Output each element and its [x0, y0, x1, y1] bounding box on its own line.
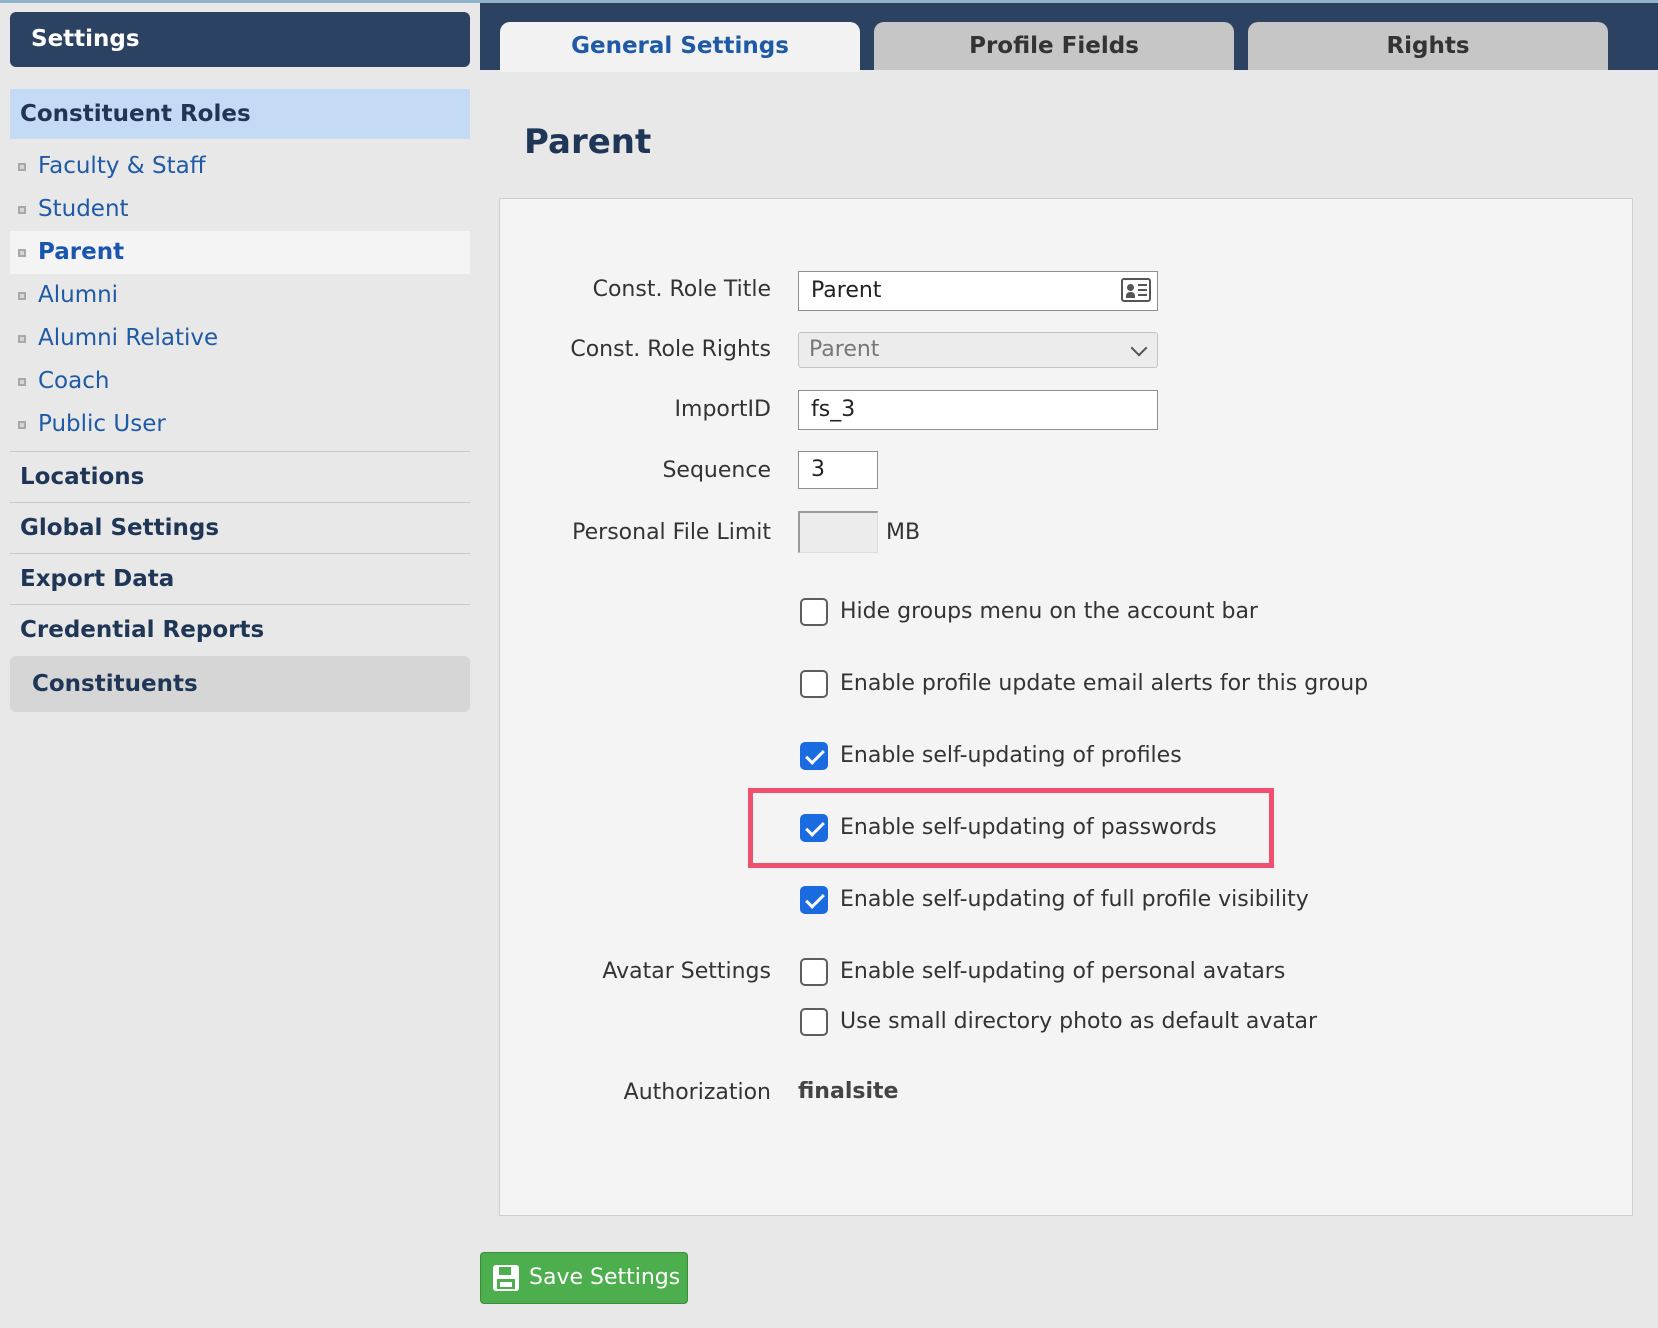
role-title-input[interactable]: Parent — [798, 271, 1158, 311]
bullet-icon — [18, 292, 26, 300]
bullet-icon — [18, 206, 26, 214]
sidebar-section-credential-reports[interactable]: Credential Reports — [10, 604, 470, 655]
file-limit-input[interactable] — [798, 511, 878, 553]
import-id-input[interactable]: fs_3 — [798, 390, 1158, 430]
sequence-value: 3 — [811, 457, 825, 482]
profile-update-alerts-checkbox[interactable] — [800, 670, 828, 698]
sidebar-item-alumni-relative[interactable]: Alumni Relative — [10, 317, 470, 360]
small-photo-avatar-checkbox[interactable] — [800, 1008, 828, 1036]
sidebar-item-label: Public User — [38, 411, 166, 437]
sidebar-item-alumni[interactable]: Alumni — [10, 274, 470, 317]
checkbox-label: Enable self-updating of personal avatars — [840, 959, 1286, 984]
tab-general-settings[interactable]: General Settings — [500, 22, 860, 72]
sidebar-item-label: Parent — [38, 239, 125, 265]
import-id-label: ImportID — [674, 397, 771, 422]
sidebar-section-global-settings[interactable]: Global Settings — [10, 502, 470, 553]
sidebar-section-constituent-roles[interactable]: Constituent Roles — [10, 89, 470, 139]
checkbox-label: Enable profile update email alerts for t… — [840, 671, 1369, 696]
checkbox-label: Use small directory photo as default ava… — [840, 1009, 1318, 1034]
sidebar-item-public-user[interactable]: Public User — [10, 403, 470, 446]
bullet-icon — [18, 163, 26, 171]
sidebar-sections: Locations Global Settings Export Data Cr… — [10, 451, 470, 655]
authorization-value: finalsite — [798, 1079, 899, 1104]
sidebar-item-coach[interactable]: Coach — [10, 360, 470, 403]
personal-avatars-checkbox[interactable] — [800, 958, 828, 986]
bullet-icon — [18, 249, 26, 257]
file-limit-unit: MB — [886, 520, 921, 545]
sidebar-item-label: Student — [38, 196, 129, 222]
avatar-settings-label: Avatar Settings — [602, 959, 771, 984]
checkbox-label: Enable self-updating of full profile vis… — [840, 887, 1309, 912]
hide-groups-menu-checkbox[interactable] — [800, 598, 828, 626]
role-rights-label: Const. Role Rights — [570, 337, 771, 362]
floppy-disk-icon — [493, 1265, 519, 1291]
sidebar-section-locations[interactable]: Locations — [10, 451, 470, 502]
bullet-icon — [18, 378, 26, 386]
save-settings-label: Save Settings — [529, 1265, 681, 1290]
role-rights-select[interactable]: Parent — [798, 332, 1158, 368]
sidebar-item-label: Faculty & Staff — [38, 153, 206, 179]
sidebar-section-constituents[interactable]: Constituents — [10, 656, 470, 712]
sequence-input[interactable]: 3 — [798, 451, 878, 489]
bullet-icon — [18, 421, 26, 429]
sidebar-section-export-data[interactable]: Export Data — [10, 553, 470, 604]
file-limit-label: Personal File Limit — [572, 520, 771, 545]
sidebar-item-faculty-staff[interactable]: Faculty & Staff — [10, 145, 470, 188]
role-rights-value: Parent — [809, 337, 880, 362]
highlight-box — [748, 788, 1274, 868]
tab-profile-fields[interactable]: Profile Fields — [874, 22, 1234, 70]
chevron-down-icon — [1130, 339, 1148, 357]
save-settings-button[interactable]: Save Settings — [480, 1252, 688, 1304]
role-list: Faculty & Staff Student Parent Alumni Al… — [10, 145, 470, 446]
role-title-value: Parent — [811, 278, 882, 303]
tab-rights[interactable]: Rights — [1248, 22, 1608, 70]
contact-card-icon[interactable] — [1121, 278, 1151, 302]
sidebar-header: Settings — [10, 12, 470, 67]
sidebar-item-label: Alumni Relative — [38, 325, 219, 351]
sequence-label: Sequence — [662, 458, 771, 483]
sidebar-item-parent[interactable]: Parent — [10, 231, 470, 274]
sidebar-item-student[interactable]: Student — [10, 188, 470, 231]
checkbox-label: Enable self-updating of profiles — [840, 743, 1182, 768]
checkbox-label: Hide groups menu on the account bar — [840, 599, 1258, 624]
bullet-icon — [18, 335, 26, 343]
authorization-label: Authorization — [623, 1080, 771, 1105]
import-id-value: fs_3 — [811, 397, 856, 422]
self-update-profiles-checkbox[interactable] — [800, 742, 828, 770]
sidebar-item-label: Alumni — [38, 282, 119, 308]
sidebar-item-label: Coach — [38, 368, 110, 394]
self-update-visibility-checkbox[interactable] — [800, 886, 828, 914]
page-title: Parent — [524, 122, 652, 162]
role-title-label: Const. Role Title — [592, 277, 771, 302]
